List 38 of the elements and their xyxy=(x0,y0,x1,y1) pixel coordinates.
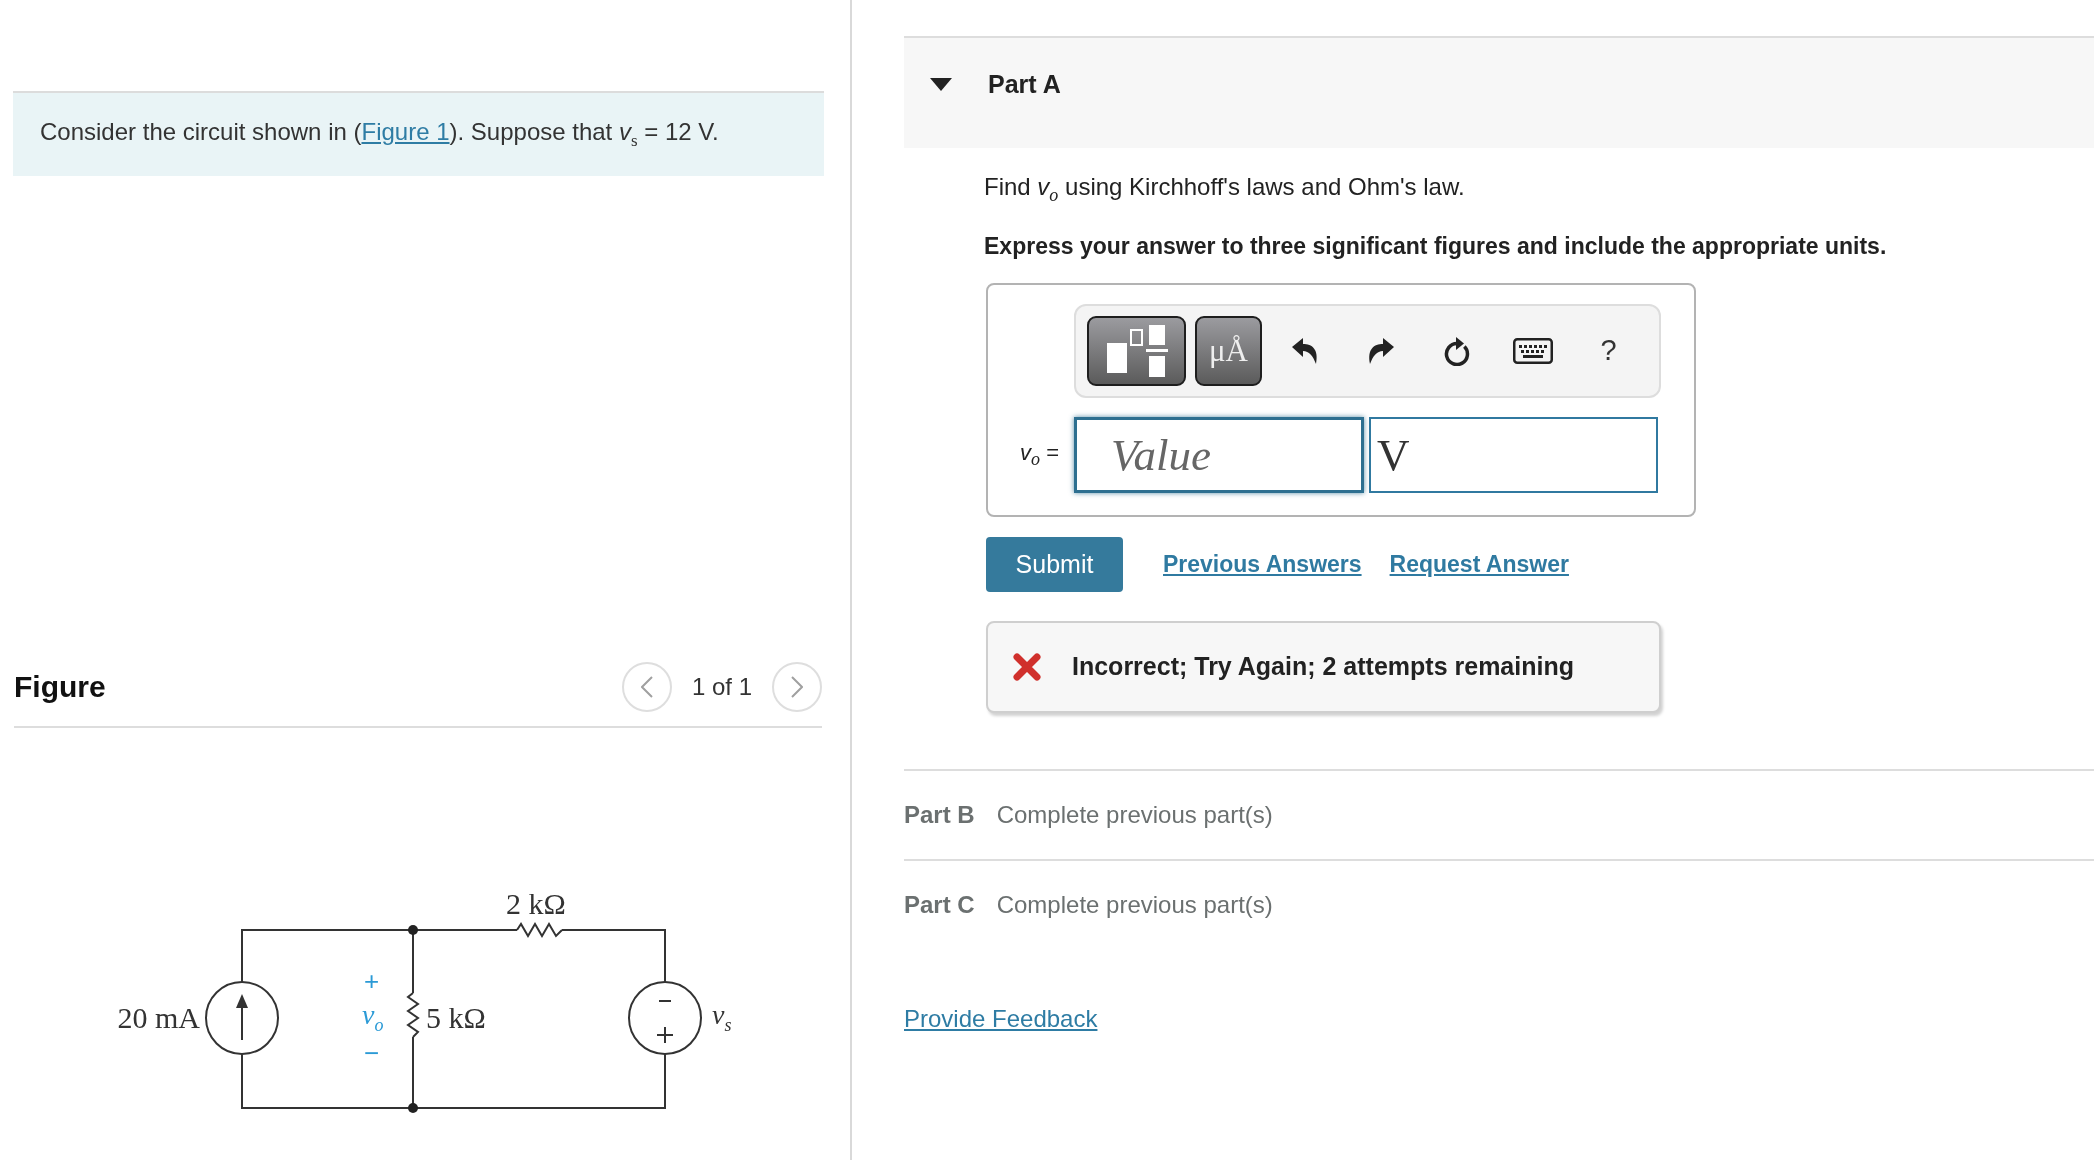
templates-button[interactable] xyxy=(1087,315,1186,386)
voltage-source-label: v$_{s}$ xyxy=(712,998,732,1037)
figure-heading: Figure xyxy=(14,670,106,704)
caret-down-icon[interactable] xyxy=(930,77,952,91)
units-button[interactable]: μÅ xyxy=(1195,315,1262,386)
chevron-right-icon xyxy=(791,676,803,698)
resistor-label: 5 kΩ xyxy=(426,1001,486,1035)
chevron-left-icon xyxy=(640,676,653,698)
part-title: Part A xyxy=(988,69,1061,99)
answer-link[interactable]: Request Answer xyxy=(1389,550,1569,578)
polarity-label: + xyxy=(364,965,380,998)
feedback-message: Incorrect; Try Again; 2 attempts remaining xyxy=(1072,652,1574,682)
polarity-label: − xyxy=(364,1037,380,1070)
voltage-label: v$_{o}$ xyxy=(362,998,384,1037)
submit-button[interactable]: Submit xyxy=(986,536,1123,592)
redo-icon xyxy=(1366,337,1395,365)
part-title: Part B xyxy=(904,800,975,829)
problem-statement: Consider the circuit shown in (Figure 1). Suppose that v$_{s}$ = 12 V. xyxy=(40,118,719,151)
fraction-template-icon xyxy=(1105,324,1168,377)
part-title: Part C xyxy=(904,890,975,919)
page-counter: 1 of 1 xyxy=(691,673,752,701)
answer-label: v$_{o}$ = xyxy=(1019,439,1060,470)
current-source-label: 20 mA xyxy=(117,1001,200,1035)
answer-link[interactable]: Previous Answers xyxy=(1163,550,1362,578)
units-input[interactable]: V xyxy=(1369,416,1658,493)
undo-icon xyxy=(1290,337,1319,365)
resistor-label: 2 kΩ xyxy=(506,887,566,921)
cross-icon xyxy=(1013,652,1041,681)
figure-link[interactable]: Figure 1 xyxy=(361,118,450,146)
feedback-link[interactable]: Provide Feedback xyxy=(904,1004,1098,1032)
reset-icon xyxy=(1442,335,1471,366)
keyboard-icon xyxy=(1512,337,1553,364)
question-text: Find v$_{o}$ using Kirchhoff's laws and Ohm's law. xyxy=(984,173,1466,207)
part-status: Complete previous part(s) xyxy=(996,800,1273,829)
help-button[interactable]: ? xyxy=(1575,320,1642,381)
part-status: Complete previous part(s) xyxy=(996,890,1273,919)
value-input[interactable]: Value xyxy=(1074,416,1364,493)
instruction-text: Express your answer to three significant figures and include the appropriate units. xyxy=(984,231,1888,260)
